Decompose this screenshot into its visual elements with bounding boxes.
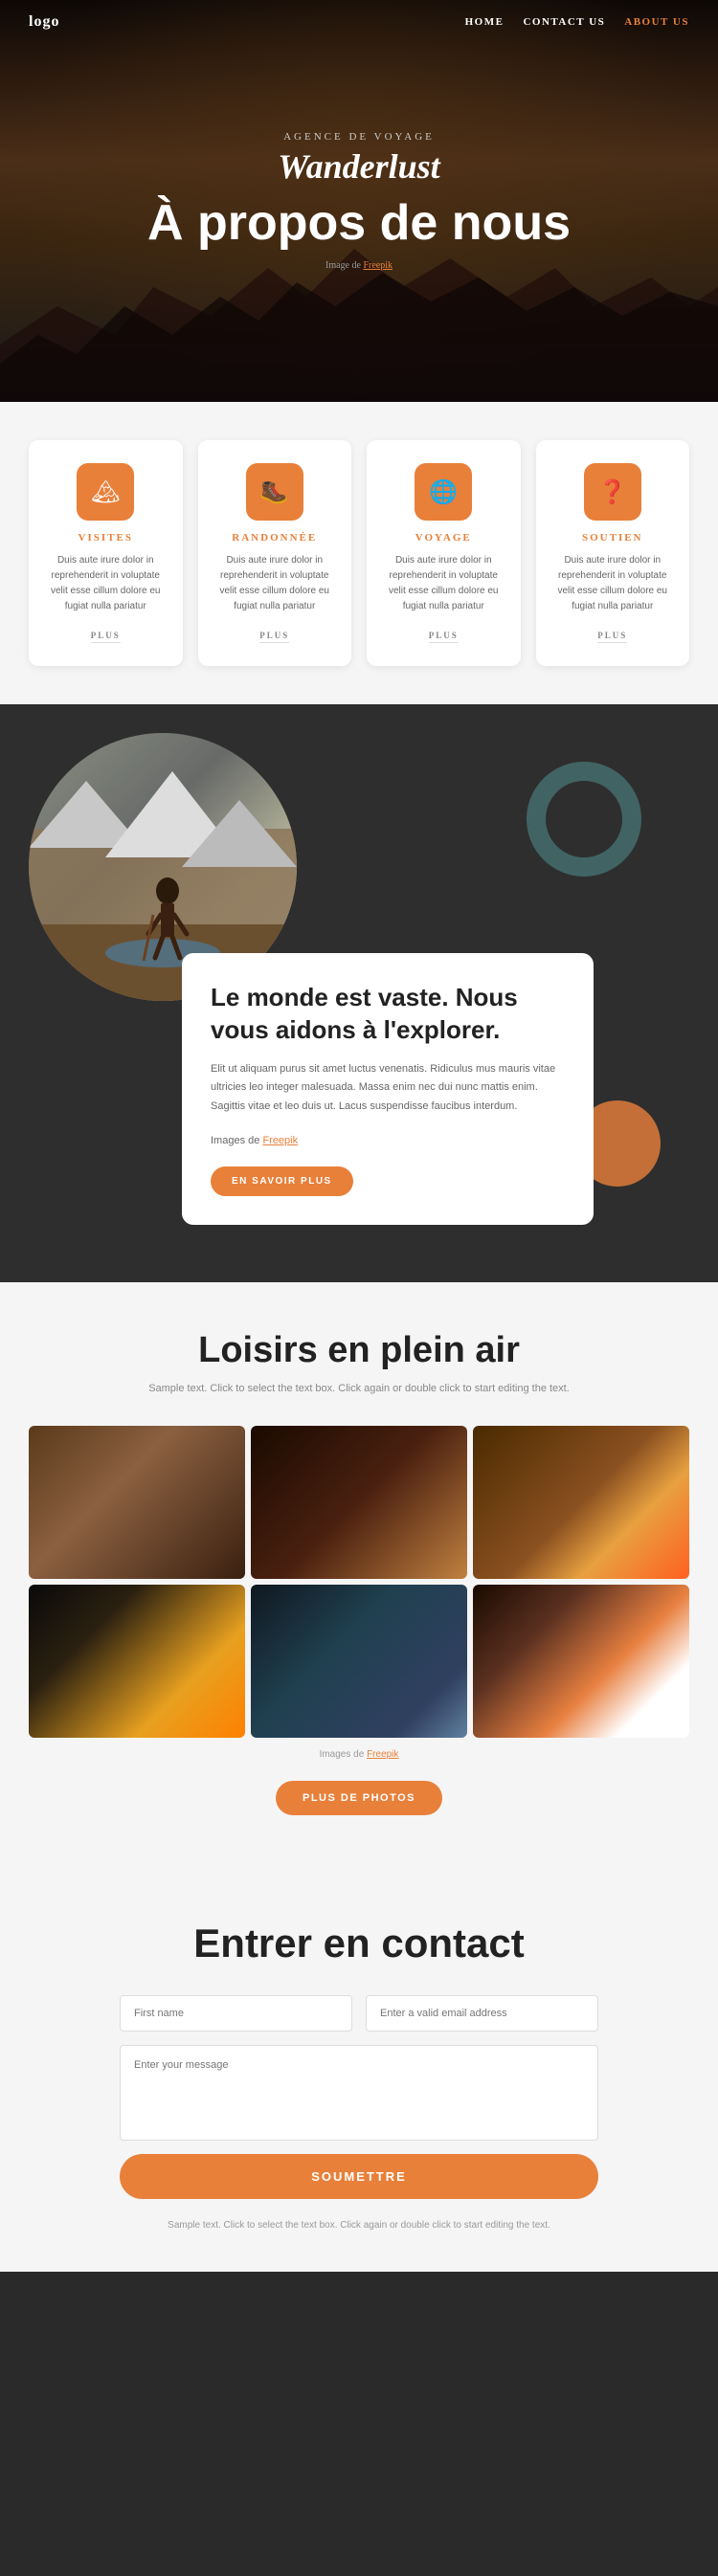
hero-brand: Wanderlust: [147, 146, 571, 187]
hero-title: À propos de nous: [147, 196, 571, 251]
images-credit: Images de Freepik: [29, 1749, 689, 1760]
nav-about[interactable]: ABOUT US: [624, 16, 689, 28]
service-card-voyage: 🌐 VOYAGE Duis aute irure dolor in repreh…: [367, 440, 521, 666]
soutien-link[interactable]: PLUS: [597, 631, 627, 643]
randonnee-link[interactable]: PLUS: [259, 631, 289, 643]
submit-button[interactable]: SOUMETTRE: [120, 2154, 598, 2199]
about-text-card: Le monde est vaste. Nous vous aidons à l…: [182, 953, 594, 1225]
about-learn-more-button[interactable]: EN SAVOIR PLUS: [211, 1166, 353, 1196]
hero-content: AGENCE DE VOYAGE Wanderlust À propos de …: [147, 131, 571, 271]
hero-credit-link[interactable]: Freepik: [363, 260, 393, 271]
about-image-credit: Images de Freepik: [211, 1132, 565, 1151]
navbar: logo HOME CONTACT US ABOUT US: [0, 0, 718, 44]
soutien-title: SOUTIEN: [551, 532, 675, 544]
message-textarea[interactable]: [120, 2045, 598, 2141]
about-section: Le monde est vaste. Nous vous aidons à l…: [0, 704, 718, 1282]
photo-2: [251, 1426, 467, 1579]
randonnee-desc: Duis aute irure dolor in reprehenderit i…: [213, 553, 337, 614]
images-credit-link[interactable]: Freepik: [367, 1749, 398, 1760]
photo-1: [29, 1426, 245, 1579]
visites-desc: Duis aute irure dolor in reprehenderit i…: [44, 553, 168, 614]
logo: logo: [29, 13, 59, 31]
contact-form: SOUMETTRE Sample text. Click to select t…: [120, 1995, 598, 2233]
visites-icon: 🏔: [77, 463, 134, 521]
hero-credit: Image de Freepik: [147, 260, 571, 271]
voyage-link[interactable]: PLUS: [429, 631, 459, 643]
services-grid: 🏔 VISITES Duis aute irure dolor in repre…: [29, 440, 689, 666]
deco-teal-circle: [527, 762, 641, 877]
visites-title: VISITES: [44, 532, 168, 544]
photo-grid: [29, 1426, 689, 1738]
soutien-icon: ❓: [584, 463, 641, 521]
nav-links: HOME CONTACT US ABOUT US: [465, 16, 689, 28]
voyage-title: VOYAGE: [382, 532, 505, 544]
photo-5: [251, 1585, 467, 1738]
service-card-randonnee: 🥾 RANDONNÉE Duis aute irure dolor in rep…: [198, 440, 352, 666]
voyage-icon: 🌐: [415, 463, 472, 521]
loisirs-title: Loisirs en plein air: [29, 1330, 689, 1371]
first-name-input[interactable]: [120, 1995, 352, 2032]
email-input[interactable]: [366, 1995, 598, 2032]
contact-title: Entrer en contact: [29, 1921, 689, 1966]
photo-6: [473, 1585, 689, 1738]
visites-link[interactable]: PLUS: [91, 631, 121, 643]
about-body: Elit ut aliquam purus sit amet luctus ve…: [211, 1060, 565, 1117]
nav-home[interactable]: HOME: [465, 16, 505, 28]
photo-3: [473, 1426, 689, 1579]
service-card-soutien: ❓ SOUTIEN Duis aute irure dolor in repre…: [536, 440, 690, 666]
services-section: 🏔 VISITES Duis aute irure dolor in repre…: [0, 402, 718, 704]
hero-credit-text: Image de: [325, 260, 361, 271]
hero-agency-label: AGENCE DE VOYAGE: [147, 131, 571, 143]
randonnee-title: RANDONNÉE: [213, 532, 337, 544]
service-card-visites: 🏔 VISITES Duis aute irure dolor in repre…: [29, 440, 183, 666]
images-credit-text: Images de: [320, 1749, 365, 1760]
form-row-top: [120, 1995, 598, 2032]
loisirs-subtitle: Sample text. Click to select the text bo…: [29, 1381, 689, 1398]
hero-section: AGENCE DE VOYAGE Wanderlust À propos de …: [0, 0, 718, 402]
about-title: Le monde est vaste. Nous vous aidons à l…: [211, 982, 565, 1047]
about-credit-link[interactable]: Freepik: [262, 1135, 298, 1146]
loisirs-section: Loisirs en plein air Sample text. Click …: [0, 1282, 718, 1874]
contact-footer-text: Sample text. Click to select the text bo…: [120, 2218, 598, 2233]
soutien-desc: Duis aute irure dolor in reprehenderit i…: [551, 553, 675, 614]
voyage-desc: Duis aute irure dolor in reprehenderit i…: [382, 553, 505, 614]
randonnee-icon: 🥾: [246, 463, 303, 521]
photo-4: [29, 1585, 245, 1738]
more-photos-button[interactable]: PLUS DE PHOTOS: [276, 1781, 442, 1815]
about-credit-text: Images de: [211, 1135, 259, 1146]
contact-section: Entrer en contact SOUMETTRE Sample text.…: [0, 1873, 718, 2272]
nav-contact[interactable]: CONTACT US: [523, 16, 605, 28]
